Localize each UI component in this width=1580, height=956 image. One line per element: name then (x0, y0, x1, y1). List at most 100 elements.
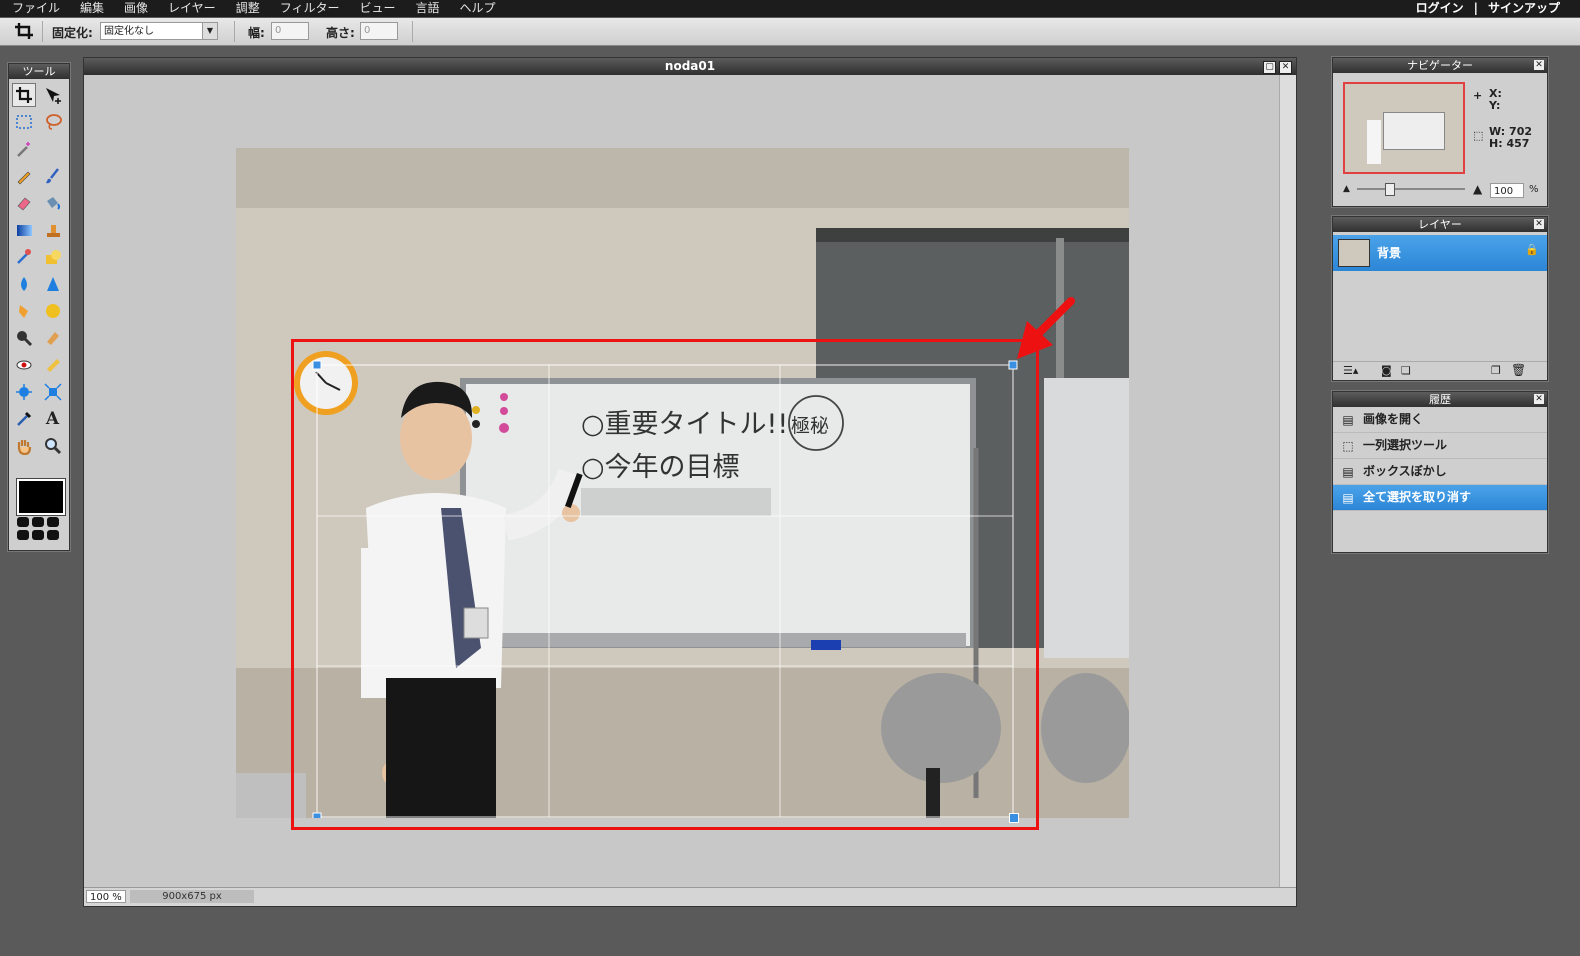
close-icon[interactable]: ✕ (1534, 60, 1544, 70)
menu-image[interactable]: 画像 (116, 0, 160, 17)
menu-layer[interactable]: レイヤー (160, 0, 228, 17)
tool-preset-grid[interactable] (17, 517, 59, 540)
preset-dot[interactable] (47, 517, 59, 527)
history-step-icon: ▤ (1342, 412, 1354, 427)
history-item-label: 全て選択を取り消す (1363, 490, 1472, 504)
history-step-icon: ▤ (1342, 464, 1354, 479)
layer-settings-icon[interactable]: ☰▴ (1343, 364, 1358, 377)
eyedropper-icon[interactable] (12, 407, 36, 431)
signup-link[interactable]: サインアップ (1488, 0, 1560, 17)
zoom-out-icon[interactable]: ▲ (1343, 184, 1350, 194)
history-title-bar: 履歴 ✕ (1333, 392, 1547, 407)
zoom-in-icon[interactable]: ▲ (1473, 182, 1482, 196)
sharpen-tool-icon[interactable] (41, 272, 65, 296)
trash-icon[interactable]: 🗑 (1511, 363, 1526, 377)
preset-dot[interactable] (17, 517, 29, 527)
preset-dot[interactable] (32, 517, 44, 527)
sponge-tool-icon[interactable] (41, 299, 65, 323)
login-link[interactable]: ログイン (1416, 0, 1464, 17)
history-item[interactable]: ▤ 画像を開く (1333, 407, 1547, 433)
menu-view[interactable]: ビュー (351, 0, 407, 17)
zoom-slider[interactable]: ▲ ▲ (1343, 182, 1493, 196)
smudge-tool-icon[interactable] (12, 299, 36, 323)
menu-filter[interactable]: フィルター (272, 0, 352, 17)
history-item[interactable]: ▤ ボックスぼかし (1333, 459, 1547, 485)
zoom-value-input[interactable]: 100 (1490, 183, 1524, 198)
zoom-track[interactable] (1357, 188, 1465, 190)
color-replace-icon[interactable] (12, 245, 36, 269)
layer-name: 背景 (1377, 246, 1402, 260)
layers-title: レイヤー (1418, 218, 1462, 231)
menu-language[interactable]: 言語 (407, 0, 451, 17)
preset-dot[interactable] (32, 530, 44, 540)
bucket-tool-icon[interactable] (41, 191, 65, 215)
brush-tool-icon[interactable] (41, 164, 65, 188)
magic-wand-icon[interactable] (12, 137, 36, 161)
lock-icon[interactable]: 🔒 (1525, 243, 1539, 256)
text-tool-icon[interactable]: A (41, 407, 65, 431)
y-label: Y: (1489, 99, 1501, 112)
marquee-tool-icon[interactable] (12, 110, 36, 134)
auth-divider: | (1473, 1, 1478, 15)
drawing-tool-icon[interactable] (41, 245, 65, 269)
pinch-tool-icon[interactable] (41, 380, 65, 404)
menu-help[interactable]: ヘルプ (452, 0, 508, 17)
zoom-loupe-icon[interactable] (12, 326, 36, 350)
layer-item[interactable]: 背景 🔒 (1333, 235, 1547, 271)
canvas-area[interactable]: ○重要タイトル!! 極秘 ○今年の目標 (84, 75, 1279, 887)
tools-panel-title: ツール (9, 64, 69, 79)
menu-items: ファイル 編集 画像 レイヤー 調整 フィルター ビュー 言語 ヘルプ (4, 0, 508, 17)
thumb-whiteboard (1383, 112, 1445, 150)
navigator-thumbnail[interactable] (1343, 82, 1465, 174)
h-label: H: (1489, 137, 1503, 150)
vertical-scrollbar[interactable] (1279, 75, 1296, 887)
chevron-down-icon[interactable]: ▼ (202, 23, 217, 39)
lasso-tool-icon[interactable] (41, 110, 65, 134)
menu-edit[interactable]: 編集 (72, 0, 116, 17)
layer-style-icon[interactable]: ❏ (1401, 364, 1411, 377)
tools-panel: ツール A (8, 63, 70, 551)
preset-dot[interactable] (47, 530, 59, 540)
layer-mask-icon[interactable]: ◙ (1381, 364, 1392, 377)
navigator-title-bar: ナビゲーター ✕ (1333, 58, 1547, 73)
history-item[interactable]: ⬚ 一列選択ツール (1333, 433, 1547, 459)
history-item-label: ボックスぼかし (1363, 464, 1447, 478)
move-tool-icon[interactable] (41, 83, 65, 107)
menu-adjust[interactable]: 調整 (228, 0, 272, 17)
hand-tool-icon[interactable] (12, 434, 36, 458)
document-title: noda01 (664, 59, 716, 73)
bloat-tool-icon[interactable] (12, 380, 36, 404)
close-icon[interactable]: ✕ (1534, 219, 1544, 229)
menu-file[interactable]: ファイル (4, 0, 72, 17)
fix-ratio-select[interactable]: 固定化なし ▼ (100, 22, 218, 40)
crop-tool-icon[interactable] (11, 83, 36, 107)
zoom-slider-thumb[interactable] (1385, 183, 1395, 196)
pencil-tool-icon[interactable] (12, 164, 36, 188)
gradient-tool-icon[interactable] (12, 218, 36, 242)
close-icon[interactable]: ✕ (1279, 61, 1292, 74)
new-layer-icon[interactable]: ❐ (1491, 364, 1501, 377)
marquee-icon: ⬚ (1342, 438, 1354, 453)
image-dimensions: 900x675 px (130, 890, 254, 903)
burn-tool-icon[interactable] (41, 326, 65, 350)
red-eye-icon[interactable] (12, 353, 36, 377)
crosshair-icon: + (1473, 89, 1483, 102)
zoom-field[interactable]: 100 % (86, 890, 126, 903)
height-input[interactable]: 0 (360, 22, 398, 40)
blur-tool-icon[interactable] (12, 272, 36, 296)
history-item-selected[interactable]: ▤ 全て選択を取り消す (1333, 485, 1547, 511)
stamp-tool-icon[interactable] (41, 218, 65, 242)
zoom-tool-icon[interactable] (41, 434, 65, 458)
preset-dot[interactable] (17, 530, 29, 540)
spot-heal-icon[interactable] (41, 353, 65, 377)
navigator-title: ナビゲーター (1407, 59, 1473, 72)
auth-links: ログイン | サインアップ (1416, 0, 1560, 17)
foreground-color-swatch[interactable] (17, 479, 65, 515)
width-input[interactable]: 0 (271, 22, 309, 40)
toolbar-separator (234, 21, 235, 42)
tools-grid: A (9, 79, 69, 462)
maximize-icon[interactable]: ▢ (1263, 61, 1276, 74)
close-icon[interactable]: ✕ (1534, 394, 1544, 404)
eraser-tool-icon[interactable] (12, 191, 36, 215)
crop-icon[interactable] (14, 22, 34, 40)
